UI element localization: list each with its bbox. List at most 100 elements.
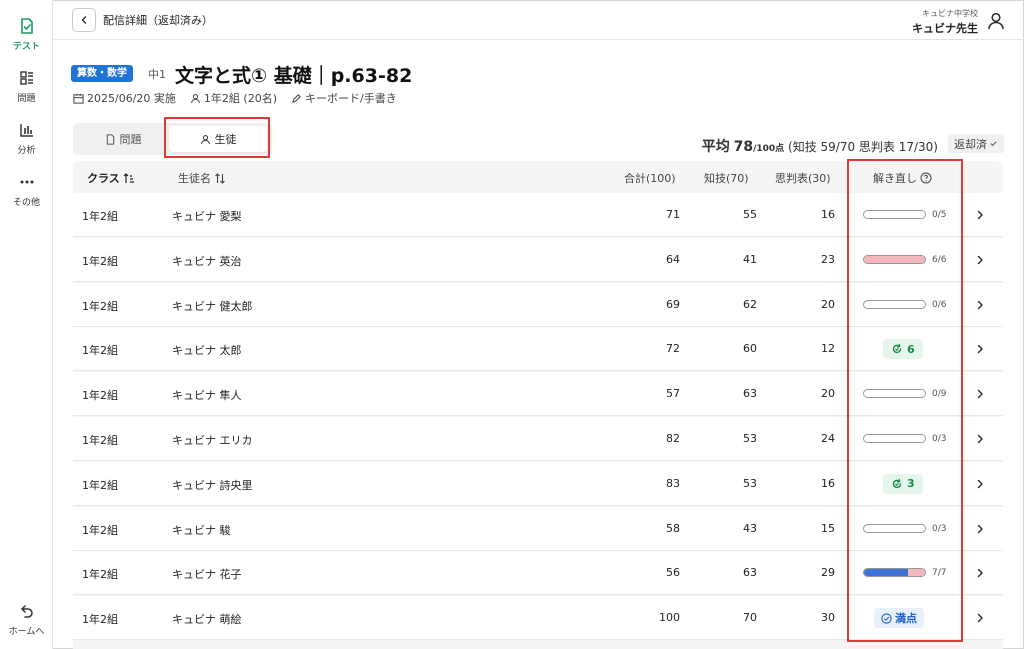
- cell-chigi: 70: [743, 611, 757, 625]
- cell-shihan: 29: [821, 566, 835, 580]
- column-header-shihan: 思判表(30): [775, 172, 831, 185]
- cell-chigi: 53: [743, 432, 757, 445]
- cell-shihan: 16: [821, 476, 835, 490]
- cell-class: 1年2組: [82, 344, 118, 358]
- cell-chigi: 63: [743, 387, 757, 401]
- cell-total: 83: [666, 476, 680, 490]
- cell-chigi: 63: [743, 566, 757, 580]
- return-arrow-icon: [17, 601, 37, 621]
- page-header-title: 配信詳細（返却済み）: [103, 14, 213, 27]
- chevron-right-icon[interactable]: [973, 521, 987, 535]
- chevron-right-icon[interactable]: [973, 610, 987, 624]
- cell-student-name: キュビナ 太郎: [172, 344, 242, 358]
- column-header-label: クラス: [87, 172, 120, 185]
- cell-class: 1年2組: [82, 434, 118, 447]
- cell-total: 72: [666, 342, 680, 356]
- cell-class: 1年2組: [82, 210, 118, 223]
- cell-total: 82: [666, 432, 680, 445]
- test-date-text: 2025/06/20 実施: [87, 92, 176, 105]
- cell-total: 64: [666, 252, 680, 266]
- home-link[interactable]: ホームへ: [0, 601, 53, 637]
- sidebar-item-label: テスト: [12, 42, 40, 52]
- cell-shihan: 24: [821, 432, 835, 445]
- sort-icon: [215, 172, 225, 184]
- test-input-mode: キーボード/手書き: [291, 90, 397, 106]
- sidebar: テスト 問題 分析 その他 ホームへ: [0, 0, 53, 649]
- chevron-right-icon[interactable]: [973, 207, 987, 221]
- cell-shihan: 12: [821, 342, 835, 356]
- home-link-label: ホームへ: [8, 627, 45, 637]
- cell-student-name: キュビナ 隼人: [172, 389, 242, 403]
- cell-chigi: 41: [743, 252, 757, 266]
- test-check-icon: [17, 16, 37, 36]
- cell-chigi: 53: [743, 476, 757, 490]
- cell-student-name: キュビナ 英治: [172, 254, 242, 268]
- user-account-icon[interactable]: [986, 11, 1006, 31]
- person-icon: [191, 93, 200, 103]
- cell-chigi: 55: [743, 208, 757, 221]
- teacher-name: キュビナ先生: [912, 22, 978, 35]
- cell-student-name: キュビナ 詩央里: [172, 478, 253, 492]
- pencil-icon: [292, 93, 301, 103]
- column-header-chigi: 知技(70): [704, 172, 749, 185]
- document-icon: [106, 133, 114, 145]
- tab-problems[interactable]: 問題: [77, 126, 169, 152]
- cell-class: 1年2組: [82, 568, 118, 582]
- test-class: 1年2組 (20名): [190, 90, 277, 106]
- chevron-right-icon[interactable]: [973, 431, 987, 445]
- cell-shihan: 15: [821, 521, 835, 535]
- chevron-right-icon[interactable]: [973, 252, 987, 266]
- average-detail: (知技 59/70 思判表 17/30): [788, 140, 938, 154]
- chevron-left-icon: [81, 16, 87, 24]
- cell-class: 1年2組: [82, 613, 118, 627]
- cell-shihan: 30: [821, 611, 835, 625]
- header: 配信詳細（返却済み） キュビナ中学校 キュビナ先生: [53, 0, 1024, 40]
- cell-class: 1年2組: [82, 389, 118, 403]
- cell-shihan: 16: [821, 208, 835, 221]
- cell-student-name: キュビナ 花子: [172, 568, 242, 582]
- cell-chigi: 60: [743, 342, 757, 356]
- sidebar-item-analysis[interactable]: 分析: [0, 120, 53, 156]
- chevron-right-icon[interactable]: [973, 297, 987, 311]
- chevron-right-icon[interactable]: [973, 341, 987, 355]
- sidebar-item-other[interactable]: その他: [0, 172, 53, 208]
- column-header-label: 生徒名: [178, 172, 211, 185]
- sidebar-item-label: 分析: [17, 146, 36, 156]
- check-icon: [990, 141, 997, 147]
- cell-shihan: 20: [821, 387, 835, 401]
- returned-status-button[interactable]: 返却済: [948, 134, 1004, 153]
- chevron-right-icon[interactable]: [973, 386, 987, 400]
- back-button[interactable]: [72, 8, 96, 32]
- cell-chigi: 62: [743, 297, 757, 311]
- subject-badge: 算数・数学: [71, 65, 133, 82]
- column-header-class[interactable]: クラス: [87, 170, 135, 186]
- cell-shihan: 20: [821, 297, 835, 311]
- cell-student-name: キュビナ 愛梨: [172, 210, 242, 223]
- cell-student-name: キュビナ エリカ: [172, 434, 253, 447]
- sidebar-item-label: その他: [12, 198, 40, 208]
- test-date: 2025/06/20 実施: [73, 90, 176, 106]
- cell-total: 56: [666, 566, 680, 580]
- average-prefix: 平均: [701, 139, 730, 155]
- column-header-total: 合計(100): [624, 172, 676, 185]
- tab-label: 問題: [119, 133, 142, 146]
- test-input-mode-text: キーボード/手書き: [304, 92, 397, 105]
- more-dots-icon: [17, 172, 37, 192]
- calendar-icon: [73, 93, 84, 104]
- bar-chart-icon: [17, 120, 37, 140]
- cell-total: 57: [666, 387, 680, 401]
- chevron-right-icon[interactable]: [973, 565, 987, 579]
- sidebar-item-problems[interactable]: 問題: [0, 68, 53, 104]
- average-summary: 平均 78/100点 (知技 59/70 思判表 17/30): [702, 136, 938, 156]
- average-value: 78: [733, 139, 754, 155]
- page-title: 文字と式① 基礎｜p.63-82: [175, 65, 413, 87]
- average-unit: /100点: [753, 144, 785, 154]
- test-class-text: 1年2組 (20名): [203, 92, 277, 105]
- cell-total: 69: [666, 297, 680, 311]
- sidebar-item-test[interactable]: テスト: [0, 16, 53, 52]
- sidebar-item-label: 問題: [17, 94, 36, 104]
- chevron-right-icon[interactable]: [973, 476, 987, 490]
- cell-class: 1年2組: [82, 478, 118, 492]
- grid-list-icon: [17, 68, 37, 88]
- column-header-name[interactable]: 生徒名: [178, 170, 226, 186]
